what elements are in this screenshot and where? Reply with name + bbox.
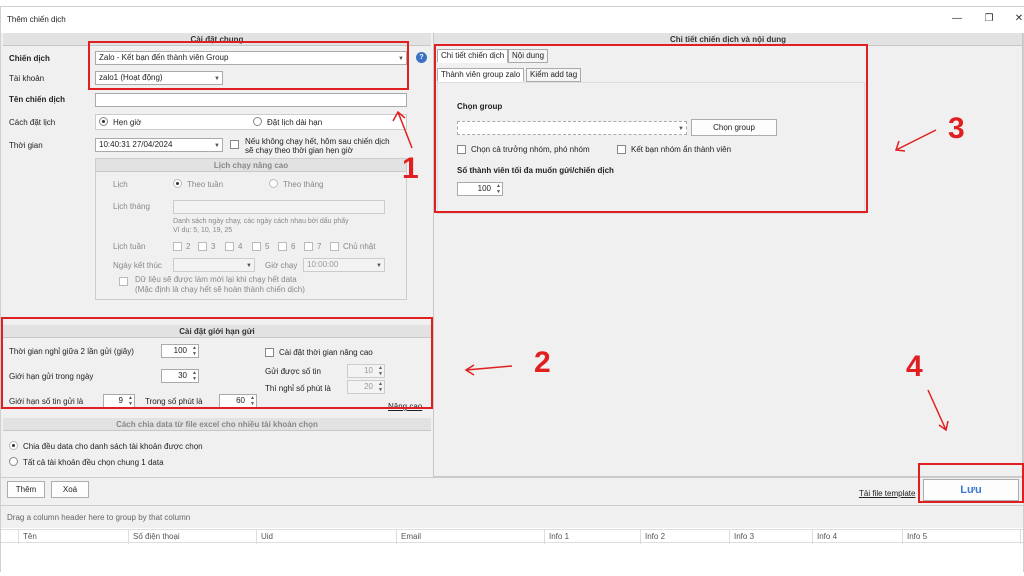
arrow-4-icon: [927, 389, 947, 431]
arrow-2-icon: [465, 365, 513, 371]
annotation-arrows: [392, 110, 949, 432]
arrow-3-icon: [895, 129, 937, 151]
